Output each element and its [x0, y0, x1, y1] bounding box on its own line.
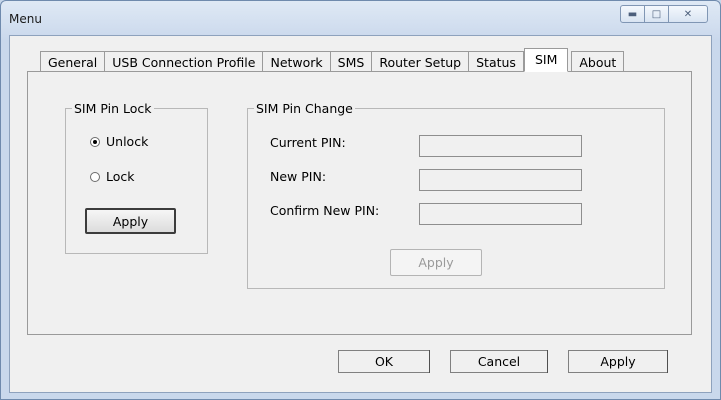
- tab-label: Status: [476, 54, 516, 70]
- tab-router-setup[interactable]: Router Setup: [371, 51, 469, 72]
- sim-pin-lock-legend: SIM Pin Lock: [74, 101, 152, 116]
- tab-label: About: [579, 54, 617, 70]
- title-bar[interactable]: Menu ▬ □ ✕: [1, 1, 720, 35]
- lock-radio-indicator[interactable]: [90, 171, 100, 182]
- sim-tab-panel: SIM Pin Lock Unlock Lock Apply SIM Pin C…: [27, 71, 692, 335]
- tab-status[interactable]: Status: [468, 51, 524, 72]
- tab-label: Network: [270, 54, 323, 70]
- tab-label: USB Connection Profile: [112, 54, 256, 70]
- unlock-radio-label: Unlock: [106, 134, 149, 149]
- new-pin-field[interactable]: [419, 169, 582, 191]
- window-title: Menu: [9, 12, 42, 26]
- minimize-icon: ▬: [627, 8, 638, 20]
- lock-radio-label: Lock: [106, 169, 135, 184]
- client-area: General USB Connection Profile Network S…: [9, 35, 712, 393]
- tab-network[interactable]: Network: [262, 51, 330, 72]
- lock-radio[interactable]: Lock: [90, 169, 135, 184]
- tab-label: SIM: [534, 52, 558, 67]
- footer-apply-button[interactable]: Apply: [568, 350, 668, 373]
- sim-pin-change-legend: SIM Pin Change: [256, 101, 353, 116]
- tab-usb-connection-profile[interactable]: USB Connection Profile: [104, 51, 263, 72]
- tab-label: Router Setup: [379, 54, 462, 70]
- tab-sim[interactable]: SIM: [523, 48, 569, 72]
- tab-about[interactable]: About: [571, 51, 625, 72]
- maximize-icon: □: [651, 8, 662, 20]
- cancel-button[interactable]: Cancel: [450, 350, 548, 373]
- current-pin-label: Current PIN:: [270, 135, 346, 150]
- sim-pin-change-apply-button[interactable]: Apply: [390, 249, 482, 276]
- minimize-button[interactable]: ▬: [620, 5, 645, 23]
- current-pin-field[interactable]: [419, 135, 582, 157]
- unlock-radio[interactable]: Unlock: [90, 134, 148, 149]
- tab-label: SMS: [337, 54, 365, 70]
- close-button[interactable]: ✕: [668, 5, 708, 23]
- tab-label: General: [48, 54, 98, 70]
- tab-general[interactable]: General: [40, 51, 105, 72]
- close-icon: ✕: [683, 8, 693, 20]
- unlock-radio-indicator[interactable]: [90, 136, 100, 147]
- maximize-button[interactable]: □: [644, 5, 669, 23]
- confirm-pin-field[interactable]: [419, 203, 582, 225]
- sim-pin-lock-apply-button[interactable]: Apply: [85, 208, 176, 234]
- new-pin-label: New PIN:: [270, 169, 327, 184]
- confirm-pin-label: Confirm New PIN:: [270, 203, 380, 218]
- tab-sms[interactable]: SMS: [329, 51, 372, 72]
- tab-strip: General USB Connection Profile Network S…: [40, 48, 625, 72]
- caption-buttons: ▬ □ ✕: [620, 5, 708, 25]
- dialog-window: Menu ▬ □ ✕ General USB Connection Profil…: [0, 0, 721, 400]
- ok-button[interactable]: OK: [338, 350, 430, 373]
